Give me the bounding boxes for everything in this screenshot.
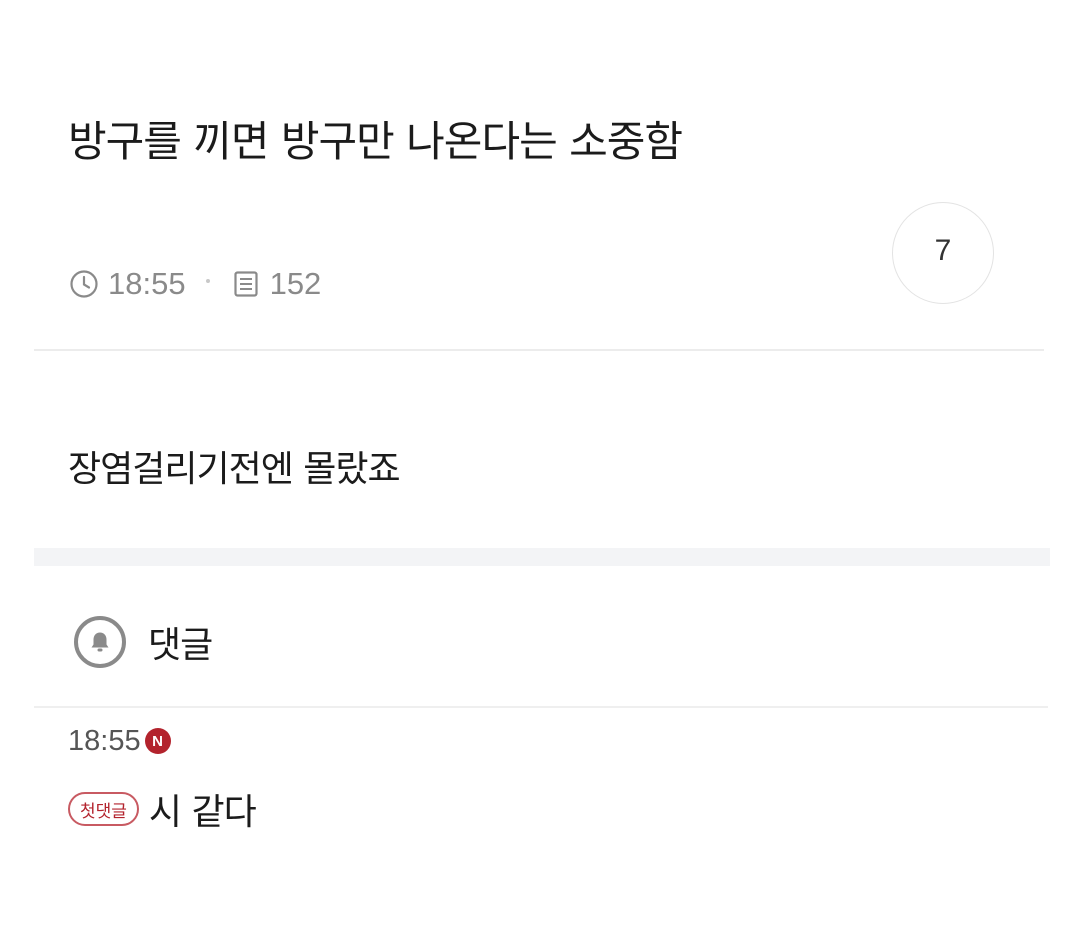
comment-meta: 18:55 N — [68, 722, 171, 760]
clock-icon — [68, 268, 100, 300]
post-views: 152 — [269, 266, 322, 301]
comment-time: 18:55 — [68, 724, 141, 757]
section-separator — [34, 548, 1050, 566]
comments-label: 댓글 — [148, 625, 213, 666]
reply-count-button[interactable]: 7 — [892, 202, 994, 304]
divider — [34, 349, 1044, 351]
comment-notify-button[interactable] — [74, 616, 126, 668]
post-title: 방구를 끼면 방구만 나온다는 소중함 — [68, 117, 683, 166]
post-body: 장염걸리기전엔 몰랐죠 — [68, 449, 401, 490]
bell-icon — [91, 632, 109, 652]
first-comment-tag: 첫댓글 — [68, 792, 139, 826]
meta-separator — [205, 279, 210, 283]
document-icon — [230, 268, 262, 300]
post-time: 18:55 — [108, 266, 186, 301]
new-badge: N — [144, 728, 171, 754]
comment-item: 첫댓글 시 같다 — [68, 784, 257, 834]
comments-header: 댓글 — [74, 614, 213, 670]
reply-count: 7 — [934, 234, 952, 267]
comment-text: 시 같다 — [148, 792, 257, 833]
divider — [34, 706, 1048, 708]
post-meta: 18:55 152 — [68, 262, 321, 306]
